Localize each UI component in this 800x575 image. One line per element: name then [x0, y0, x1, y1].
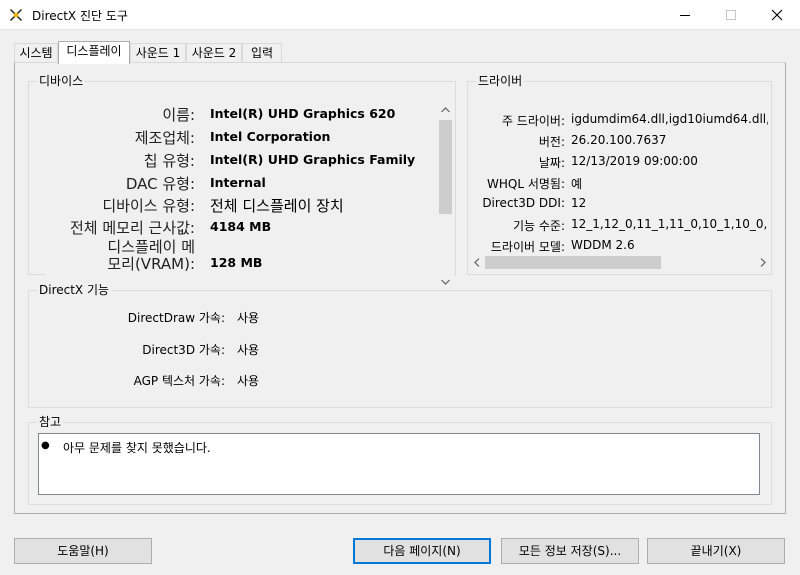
close-icon	[771, 9, 783, 21]
scroll-left-arrow-icon[interactable]	[474, 258, 480, 267]
device-type-value: 전체 디스플레이 장치	[210, 197, 344, 215]
direct3d-accel-label: Direct3D 가속:	[142, 343, 225, 357]
scroll-up-arrow-icon[interactable]	[441, 107, 450, 113]
d3d-ddi-label: Direct3D DDI:	[482, 196, 565, 210]
vram-label-line2: 모리(VRAM):	[107, 255, 195, 273]
date-label: 날짜:	[538, 156, 565, 170]
notes-group: 참고 ● 아무 문제를 찾지 못했습니다.	[28, 414, 772, 505]
save-all-info-button[interactable]: 모든 정보 저장(S)...	[501, 538, 639, 564]
tab-panel: 디바이스 이름: Intel(R) UHD Graphics 620 제조업체:…	[14, 62, 786, 514]
main-driver-value: igdumdim64.dll,igd10iumd64.dll,igd10i	[571, 112, 768, 126]
feature-levels-label: 기능 수준:	[512, 219, 565, 233]
version-label: 버전:	[538, 135, 565, 149]
minimize-icon	[680, 15, 690, 16]
dac-type-label: DAC 유형:	[125, 175, 195, 193]
agp-texture-accel-label: AGP 텍스처 가속:	[133, 374, 225, 388]
scroll-right-arrow-icon[interactable]	[760, 258, 766, 267]
feature-levels-value: 12_1,12_0,11_1,11_0,10_1,10_0,9_3,9_2	[571, 217, 768, 231]
direct3d-accel-value: 사용	[237, 343, 260, 357]
driver-group: 드라이버 주 드라이버: igdumdim64.dll,igd10iumd64.…	[467, 73, 772, 275]
driver-model-label: 드라이버 모델:	[490, 240, 565, 254]
total-memory-label: 전체 메모리 근사값:	[70, 219, 195, 237]
title-bar[interactable]: DirectX 진단 도구	[0, 0, 800, 30]
driver-group-title: 드라이버	[476, 73, 525, 89]
whql-label: WHQL 서명됨:	[487, 177, 565, 191]
driver-scroll-thumb[interactable]	[485, 256, 661, 269]
whql-value: 예	[571, 177, 583, 191]
chip-type-value: Intel(R) UHD Graphics Family	[210, 152, 416, 167]
main-driver-label: 주 드라이버:	[501, 114, 565, 128]
device-scroll-thumb[interactable]	[439, 120, 452, 214]
directx-features-group: DirectX 기능 DirectDraw 가속: 사용 Direct3D 가속…	[28, 282, 772, 408]
version-value: 26.20.100.7637	[571, 133, 667, 147]
total-memory-value: 4184 MB	[210, 219, 272, 234]
directx-icon	[10, 9, 22, 21]
maximize-button	[708, 0, 754, 30]
manufacturer-value: Intel Corporation	[210, 129, 331, 144]
exit-button[interactable]: 끝내기(X)	[647, 538, 785, 564]
agp-texture-accel-value: 사용	[237, 374, 260, 388]
driver-info-list[interactable]: 주 드라이버: igdumdim64.dll,igd10iumd64.dll,i…	[472, 108, 768, 260]
notes-textbox[interactable]: ● 아무 문제를 찾지 못했습니다.	[38, 433, 760, 495]
help-button[interactable]: 도움말(H)	[14, 538, 152, 564]
vram-value: 128 MB	[210, 255, 263, 270]
device-info-list[interactable]: 이름: Intel(R) UHD Graphics 620 제조업체: Inte…	[45, 104, 437, 288]
tab-input[interactable]: 입력	[242, 43, 282, 63]
next-page-button[interactable]: 다음 페이지(N)	[353, 538, 491, 564]
notes-item: 아무 문제를 찾지 못했습니다.	[63, 441, 211, 455]
device-group-title: 디바이스	[37, 73, 86, 89]
device-type-label: 디바이스 유형:	[102, 197, 195, 215]
dac-type-value: Internal	[210, 175, 266, 190]
directx-features-title: DirectX 기능	[37, 282, 112, 298]
manufacturer-label: 제조업체:	[134, 129, 195, 147]
device-group: 디바이스 이름: Intel(R) UHD Graphics 620 제조업체:…	[28, 73, 456, 290]
device-name-value: Intel(R) UHD Graphics 620	[210, 106, 396, 121]
device-vertical-scrollbar[interactable]	[437, 102, 454, 290]
chip-type-label: 칩 유형:	[143, 152, 195, 170]
close-button[interactable]	[754, 0, 800, 30]
tab-sound-1[interactable]: 사운드 1	[130, 43, 186, 63]
driver-model-value: WDDM 2.6	[571, 238, 635, 252]
tab-sound-2[interactable]: 사운드 2	[186, 43, 242, 63]
d3d-ddi-value: 12	[571, 196, 587, 210]
device-name-label: 이름:	[162, 106, 195, 124]
tab-system[interactable]: 시스템	[14, 43, 58, 63]
directdraw-accel-value: 사용	[237, 311, 260, 325]
window-title: DirectX 진단 도구	[32, 9, 128, 23]
driver-horizontal-scrollbar[interactable]	[469, 254, 771, 271]
directdraw-accel-label: DirectDraw 가속:	[127, 311, 225, 325]
date-value: 12/13/2019 09:00:00	[571, 154, 698, 168]
maximize-icon	[726, 10, 736, 20]
notes-group-title: 참고	[37, 414, 64, 430]
minimize-button[interactable]	[662, 0, 708, 30]
tab-display[interactable]: 디스플레이	[58, 41, 130, 64]
scroll-down-arrow-icon[interactable]	[441, 279, 450, 285]
notes-bullet: ●	[41, 440, 50, 451]
